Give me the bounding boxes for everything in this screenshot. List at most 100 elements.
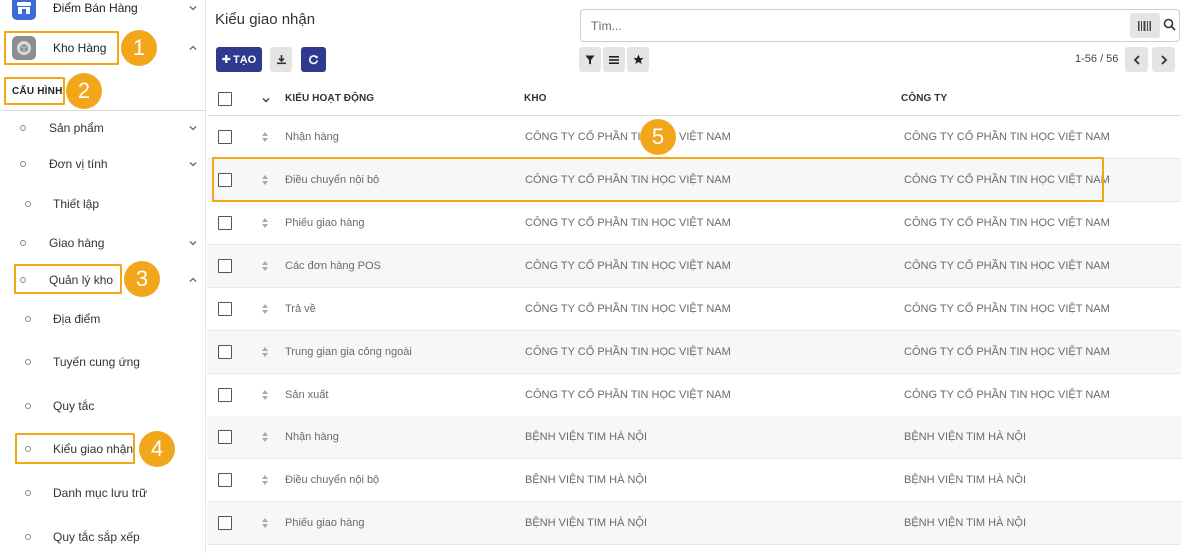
sidebar-item-settings[interactable]: Thiết lập [0, 190, 206, 218]
drag-handle-icon[interactable] [261, 474, 269, 486]
sidebar-item-label: Quản lý kho [49, 273, 114, 287]
bullet-icon [20, 240, 26, 246]
chevron-down-icon[interactable] [188, 238, 198, 248]
cell-operation-type: Phiếu giao hàng [285, 217, 365, 229]
download-button[interactable] [270, 47, 292, 72]
table-row[interactable]: Các đơn hàng POS CÔNG TY CỔ PHẦN TIN HỌC… [207, 245, 1181, 288]
drag-handle-icon[interactable] [261, 260, 269, 272]
row-checkbox[interactable] [218, 216, 232, 230]
sidebar-item-warehouse-mgmt[interactable]: Quản lý kho [0, 266, 206, 294]
sidebar-item-operation-types[interactable]: Kiểu giao nhận [0, 435, 206, 463]
chevron-up-icon[interactable] [188, 275, 198, 285]
cell-operation-type: Điều chuyển nội bộ [285, 174, 380, 186]
drag-handle-icon[interactable] [261, 131, 269, 143]
cell-warehouse: CÔNG TY CỔ PHẦN TIN HỌC VIỆT NAM [525, 174, 731, 186]
step-marker-1: 1 [121, 30, 157, 66]
sidebar-item-rules[interactable]: Quy tắc [0, 392, 206, 420]
sidebar-item-locations[interactable]: Địa điểm [0, 305, 206, 333]
table-row[interactable]: Nhận hàng CÔNG TY CỔ PHẦN TIN HỌC VIỆT N… [207, 116, 1181, 159]
sidebar-item-routes[interactable]: Tuyến cung ứng [0, 348, 206, 376]
chevron-down-icon[interactable] [188, 123, 198, 133]
column-header-operation-type[interactable]: KIỂU HOẠT ĐỘNG [285, 93, 374, 104]
chevron-down-icon[interactable] [188, 3, 198, 13]
table-row[interactable]: Phiếu giao hàng CÔNG TY CỔ PHẦN TIN HỌC … [207, 202, 1181, 245]
drag-handle-icon[interactable] [261, 217, 269, 229]
row-checkbox[interactable] [218, 345, 232, 359]
step-marker-5: 5 [640, 119, 676, 155]
cell-company: CÔNG TY CỔ PHẦN TIN HỌC VIỆT NAM [904, 174, 1110, 186]
sidebar-item-storage-categories[interactable]: Danh mục lưu trữ [0, 479, 206, 507]
row-checkbox[interactable] [218, 430, 232, 444]
cell-company: CÔNG TY CỔ PHẦN TIN HỌC VIỆT NAM [904, 131, 1110, 143]
app-pos[interactable]: Điểm Bán Hàng [0, 0, 206, 25]
drag-handle-icon[interactable] [261, 303, 269, 315]
table-row[interactable]: Điều chuyển nội bộ BỆNH VIỆN TIM HÀ NỘI … [207, 459, 1181, 502]
column-header-warehouse[interactable]: KHO [524, 93, 547, 104]
bullet-icon [25, 534, 31, 540]
chevron-left-icon [1133, 54, 1140, 65]
step-marker-2: 2 [66, 73, 102, 109]
row-checkbox[interactable] [218, 130, 232, 144]
drag-handle-icon[interactable] [261, 346, 269, 358]
select-all-checkbox[interactable] [218, 92, 232, 106]
app-label: Kho Hàng [53, 41, 107, 55]
search-icon[interactable] [1163, 18, 1176, 31]
step-marker-4: 4 [139, 431, 175, 467]
drag-handle-icon[interactable] [261, 517, 269, 529]
cell-operation-type: Trả về [285, 303, 316, 315]
bullet-icon [20, 125, 26, 131]
create-button[interactable]: ✚ TẠO [216, 47, 262, 72]
bullet-icon [20, 161, 26, 167]
bullet-icon [25, 201, 31, 207]
inventory-box-icon [12, 36, 36, 60]
divider [0, 110, 206, 111]
chevron-right-icon [1160, 54, 1167, 65]
row-checkbox[interactable] [218, 302, 232, 316]
table-row[interactable]: Nhận hàng BỆNH VIỆN TIM HÀ NỘI BỆNH VIỆN… [207, 416, 1181, 459]
bullet-icon [25, 403, 31, 409]
filter-button[interactable] [579, 47, 601, 72]
row-checkbox[interactable] [218, 388, 232, 402]
pager-value: 1-56 / 56 [1075, 53, 1119, 65]
table-row[interactable]: Sản xuất CÔNG TY CỔ PHẦN TIN HỌC VIỆT NA… [207, 374, 1181, 417]
search-input[interactable] [591, 17, 1111, 35]
favorites-button[interactable] [627, 47, 649, 72]
drag-handle-icon[interactable] [261, 174, 269, 186]
row-checkbox[interactable] [218, 173, 232, 187]
next-page-button[interactable] [1152, 47, 1175, 72]
table-row[interactable]: Trung gian gia công ngoài CÔNG TY CỔ PHẦ… [207, 331, 1181, 374]
prev-page-button[interactable] [1125, 47, 1148, 72]
row-checkbox[interactable] [218, 516, 232, 530]
group-by-button[interactable] [603, 47, 625, 72]
cell-operation-type: Nhận hàng [285, 431, 339, 443]
sidebar-item-label: Danh mục lưu trữ [53, 486, 148, 500]
chevron-down-icon[interactable] [261, 94, 271, 108]
sidebar-item-delivery[interactable]: Giao hàng [0, 229, 206, 257]
cell-warehouse: BỆNH VIỆN TIM HÀ NỘI [525, 474, 648, 486]
app-inventory[interactable]: Kho Hàng [0, 31, 206, 65]
chevron-up-icon[interactable] [188, 43, 198, 53]
sidebar-item-products[interactable]: Sản phẩm [0, 114, 206, 142]
chevron-down-icon[interactable] [188, 159, 198, 169]
sidebar-item-label: Đơn vị tính [49, 157, 108, 171]
sidebar-item-label: Tuyến cung ứng [53, 355, 140, 369]
drag-handle-icon[interactable] [261, 431, 269, 443]
table-header: KIỂU HOẠT ĐỘNG KHO CÔNG TY [207, 82, 1181, 116]
table-row[interactable]: Phiếu giao hàng BỆNH VIỆN TIM HÀ NỘI BỆN… [207, 502, 1181, 545]
cell-company: CÔNG TY CỔ PHẦN TIN HỌC VIỆT NAM [904, 346, 1110, 358]
page-title: Kiểu giao nhận [215, 11, 316, 28]
sidebar-item-label: Quy tắc [53, 399, 95, 413]
sidebar-item-putaway-rules[interactable]: Quy tắc sắp xếp [0, 523, 206, 551]
drag-handle-icon[interactable] [261, 389, 269, 401]
sidebar-item-uom[interactable]: Đơn vị tính [0, 150, 206, 178]
row-checkbox[interactable] [218, 259, 232, 273]
barcode-button[interactable] [1130, 13, 1160, 38]
cell-company: CÔNG TY CỔ PHẦN TIN HỌC VIỆT NAM [904, 217, 1110, 229]
filter-icon [585, 55, 595, 64]
column-header-company[interactable]: CÔNG TY [901, 93, 947, 104]
row-checkbox[interactable] [218, 473, 232, 487]
table-row[interactable]: Điều chuyển nội bộ CÔNG TY CỔ PHẦN TIN H… [207, 159, 1181, 202]
refresh-button[interactable] [301, 47, 326, 72]
section-config: CẤU HÌNH [12, 86, 63, 97]
table-row[interactable]: Trả về CÔNG TY CỔ PHẦN TIN HỌC VIỆT NAM … [207, 288, 1181, 331]
